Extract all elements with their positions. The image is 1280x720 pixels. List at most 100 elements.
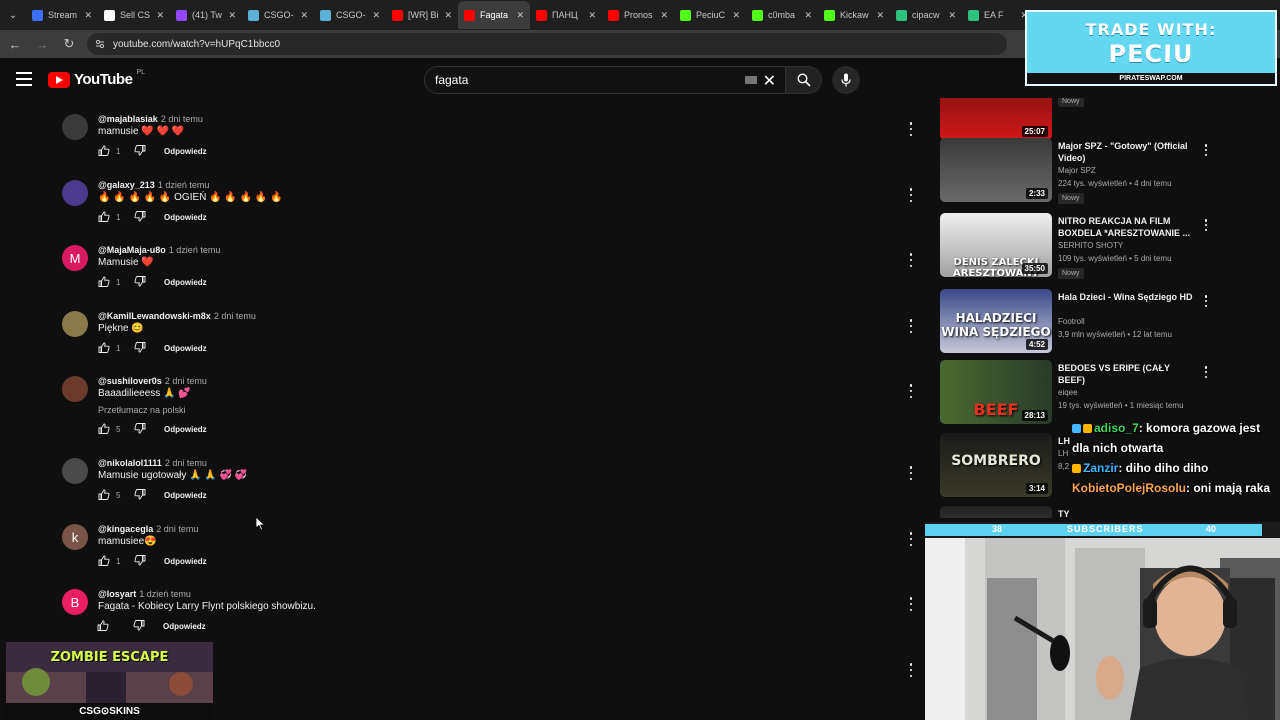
reply-button[interactable]: Odpowiedz [164,344,207,353]
video-more-icon[interactable] [1203,295,1209,307]
related-video-card[interactable]: 2:33 Major SPZ - "Gotowy" (Official Video… [940,138,1210,208]
reply-button[interactable]: Odpowiedz [164,147,207,156]
browser-tab[interactable]: Stream ✕ [26,1,98,29]
tab-close-icon[interactable]: ✕ [444,10,452,21]
dislike-icon[interactable] [134,342,146,355]
video-title[interactable]: Hala Dzieci - Wina Sędziego HD [1058,291,1193,303]
browser-tab[interactable]: Kickaw ✕ [818,1,890,29]
video-thumbnail[interactable]: 2:33 [940,138,1052,202]
avatar[interactable]: B [62,589,88,615]
tab-close-icon[interactable]: ✕ [948,10,956,21]
comment-author[interactable]: @MajaMaja-u8o [98,245,166,255]
comment-time[interactable]: 1 dzień temu [139,589,191,599]
like-icon[interactable] [97,620,109,633]
comment-time[interactable]: 2 dni temu [161,114,203,124]
reply-button[interactable]: Odpowiedz [164,491,207,500]
site-info-icon[interactable] [95,39,105,49]
comment-author[interactable]: @KamilLewandowski-m8x [98,311,211,321]
like-icon[interactable] [98,276,110,289]
browser-tab[interactable]: PeciuC ✕ [674,1,746,29]
tab-search-chevron-icon[interactable]: ⌄ [0,0,26,30]
avatar[interactable]: k [62,524,88,550]
tab-close-icon[interactable]: ✕ [228,10,236,21]
browser-tab[interactable]: Fagata ✕ [458,1,530,29]
keyboard-icon[interactable] [745,76,757,84]
channel-name[interactable]: eiqee [1058,388,1078,397]
avatar[interactable] [62,458,88,484]
like-icon[interactable] [98,211,110,224]
browser-tab[interactable]: (41) Tw ✕ [170,1,242,29]
tab-close-icon[interactable]: ✕ [804,10,812,21]
reply-button[interactable]: Odpowiedz [164,278,207,287]
like-icon[interactable] [98,489,110,502]
avatar[interactable] [62,114,88,140]
video-thumbnail[interactable]: DZIECI!?25:07 [940,98,1052,140]
reply-button[interactable]: Odpowiedz [164,557,207,566]
reply-button[interactable]: Odpowiedz [163,622,206,631]
reply-button[interactable]: Odpowiedz [164,425,207,434]
avatar[interactable] [62,180,88,206]
tab-close-icon[interactable]: ✕ [300,10,308,21]
related-video-card[interactable]: HALADZIECI WINA SĘDZIEGO 4:52 Hala Dzieci … [940,289,1210,359]
related-video-card[interactable]: DENIS ZALECKI ARESZTOWANY 35:50 NITRO REAK… [940,213,1210,283]
search-button[interactable] [786,66,822,94]
comment-time[interactable]: 1 dzień temu [158,180,210,190]
browser-tab[interactable]: c0mba ✕ [746,1,818,29]
tab-close-icon[interactable]: ✕ [84,10,92,21]
comment-author[interactable]: @losyart [98,589,136,599]
browser-tab[interactable]: [WR] Bi ✕ [386,1,458,29]
translate-link[interactable]: Przetłumacz na polski [98,405,186,415]
video-title[interactable]: NITRO REAKCJA NA FILM BOXDELA *ARESZTOWA… [1058,215,1193,239]
video-thumbnail[interactable]: BEEF 28:13 [940,360,1052,424]
comment-more-icon[interactable] [906,597,916,611]
tab-close-icon[interactable]: ✕ [516,10,524,21]
video-more-icon[interactable] [1203,144,1209,156]
browser-tab[interactable]: CSGO- ✕ [242,1,314,29]
dislike-icon[interactable] [134,145,146,158]
comment-more-icon[interactable] [906,466,916,480]
menu-icon[interactable] [16,72,32,86]
browser-tab[interactable]: CSGO- ✕ [314,1,386,29]
comment-author[interactable]: @sushilover0s [98,376,162,386]
dislike-icon[interactable] [133,620,145,633]
reload-icon[interactable]: ↻ [57,32,81,56]
video-more-icon[interactable] [1203,219,1209,231]
tab-close-icon[interactable]: ✕ [732,10,740,21]
search-input[interactable]: fagata ✕ [424,66,786,94]
video-thumbnail[interactable] [940,506,1052,518]
like-icon[interactable] [98,423,110,436]
browser-tab[interactable]: ПАНЦ ✕ [530,1,602,29]
video-thumbnail[interactable]: DENIS ZALECKI ARESZTOWANY 35:50 [940,213,1052,277]
video-thumbnail[interactable]: SOMBRERO 3:14 [940,433,1052,497]
channel-name[interactable]: Footroll [1058,317,1085,326]
video-thumbnail[interactable]: HALADZIECI WINA SĘDZIEGO 4:52 [940,289,1052,353]
dislike-icon[interactable] [134,489,146,502]
comment-more-icon[interactable] [906,188,916,202]
video-title[interactable]: TY [1058,508,1193,518]
forward-arrow-icon[interactable]: → [30,32,54,56]
tab-close-icon[interactable]: ✕ [876,10,884,21]
video-more-icon[interactable] [1203,366,1209,378]
like-icon[interactable] [98,145,110,158]
dislike-icon[interactable] [134,423,146,436]
channel-name[interactable]: LH [1058,449,1068,458]
comment-more-icon[interactable] [906,253,916,267]
browser-tab[interactable]: Pronos ✕ [602,1,674,29]
comment-more-icon[interactable] [906,532,916,546]
youtube-logo[interactable]: YouTube PL [48,69,145,88]
avatar[interactable] [62,376,88,402]
browser-tab[interactable]: EA F✕ [962,1,1034,29]
address-bar[interactable]: youtube.com/watch?v=hUPqC1bbcc0 [87,33,1007,55]
comment-more-icon[interactable] [906,663,916,677]
tab-close-icon[interactable]: ✕ [156,10,164,21]
back-arrow-icon[interactable]: ← [3,32,27,56]
tab-close-icon[interactable]: ✕ [588,10,596,21]
like-icon[interactable] [98,342,110,355]
related-video-card[interactable]: TYSAINT TROPEZ prod. [940,506,1210,518]
voice-search-button[interactable] [832,66,860,94]
comment-time[interactable]: 2 dni temu [156,524,198,534]
comment-more-icon[interactable] [906,384,916,398]
reply-button[interactable]: Odpowiedz [164,213,207,222]
dislike-icon[interactable] [134,211,146,224]
browser-tab[interactable]: Sell CS ✕ [98,1,170,29]
